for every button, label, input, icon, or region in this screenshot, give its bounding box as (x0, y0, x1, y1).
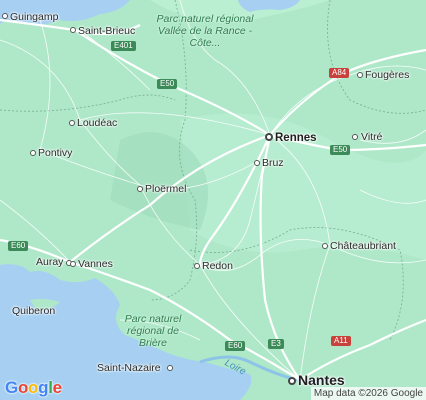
city-marker-saint-nazaire[interactable] (167, 365, 173, 371)
road-shield-a11: A11 (331, 336, 351, 346)
logo-letter: e (52, 378, 62, 397)
city-label-vannes[interactable]: Vannes (78, 258, 113, 270)
city-marker-vannes[interactable] (70, 261, 76, 267)
city-marker-rennes[interactable] (265, 133, 273, 141)
park-name-rance: Parc naturel régional Vallée de la Rance… (156, 13, 254, 49)
city-marker-nantes[interactable] (288, 377, 296, 385)
city-label-bruz[interactable]: Bruz (262, 157, 284, 169)
city-marker-ploermel[interactable] (137, 186, 143, 192)
city-label-redon[interactable]: Redon (202, 260, 233, 272)
city-marker-bruz[interactable] (254, 160, 260, 166)
park-label-briere: Parc naturel régional de Brière (112, 313, 194, 349)
city-label-vitre[interactable]: Vitré (361, 131, 382, 143)
park-label-rance: Parc naturel régional Vallée de la Rance… (156, 13, 254, 49)
city-marker-loudeac[interactable] (69, 120, 75, 126)
logo-letter: o (28, 378, 39, 397)
road-shield-a84: A84 (329, 68, 350, 78)
road-shield-e50: E50 (157, 79, 178, 89)
road-shield-e60-south: E60 (225, 341, 246, 351)
road-shield-e60-west: E60 (8, 241, 29, 251)
map-base (0, 0, 426, 400)
city-label-saint-nazaire[interactable]: Saint-Nazaire (97, 362, 161, 374)
city-label-saint-brieuc[interactable]: Saint-Brieuc (78, 25, 135, 37)
road-shield-e50-east: E50 (330, 145, 351, 155)
google-logo[interactable]: Google (5, 378, 62, 398)
city-marker-chateaubriant[interactable] (322, 243, 328, 249)
city-label-loudeac[interactable]: Loudéac (77, 117, 117, 129)
city-label-ploermel[interactable]: Ploërmel (145, 183, 186, 195)
city-label-quiberon[interactable]: Quiberon (12, 305, 55, 317)
city-label-fougeres[interactable]: Fougères (365, 69, 409, 81)
logo-letter: o (17, 378, 29, 397)
map-attribution[interactable]: Map data ©2026 Google (310, 387, 426, 400)
city-label-chateaubriant[interactable]: Châteaubriant (330, 240, 396, 252)
city-label-nantes[interactable]: Nantes (298, 373, 345, 387)
city-marker-saint-brieuc[interactable] (70, 27, 76, 33)
city-label-auray[interactable]: Auray (36, 256, 63, 268)
city-label-pontivy[interactable]: Pontivy (38, 147, 72, 159)
park-name-briere: Parc naturel régional de Brière (124, 313, 182, 349)
city-marker-vitre[interactable] (352, 134, 358, 140)
road-shield-e3: E3 (268, 339, 284, 349)
road-shield-e401: E401 (111, 41, 136, 51)
logo-letter: g (38, 378, 49, 397)
city-marker-fougeres[interactable] (357, 72, 363, 78)
city-label-guingamp[interactable]: Guingamp (10, 11, 58, 23)
city-marker-guingamp[interactable] (2, 13, 8, 19)
city-marker-pontivy[interactable] (30, 150, 36, 156)
logo-letter: G (5, 378, 18, 397)
city-label-rennes[interactable]: Rennes (275, 132, 317, 144)
map-canvas[interactable]: E401 E50 A84 E50 E60 E60 E3 A11 Parc nat… (0, 0, 426, 400)
city-marker-redon[interactable] (194, 263, 200, 269)
